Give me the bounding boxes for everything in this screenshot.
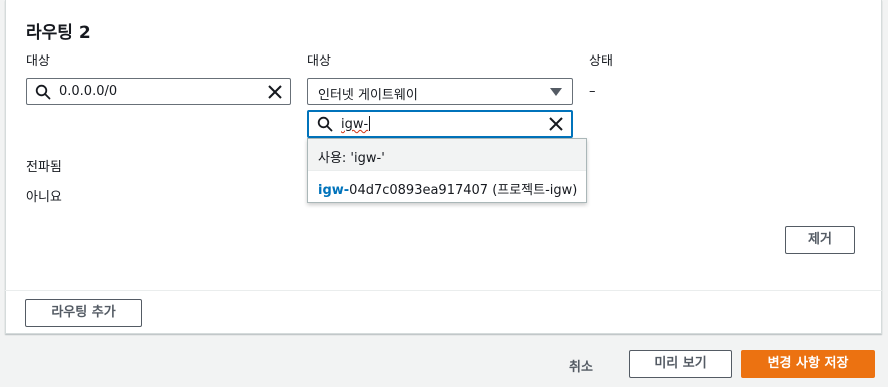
destination-value: 0.0.0.0/0 — [59, 84, 118, 99]
text-cursor — [369, 116, 371, 131]
status-column-label: 상태 — [589, 54, 613, 69]
add-route-button[interactable]: 라우팅 추가 — [25, 299, 142, 327]
target-search-value: igw- — [341, 117, 369, 132]
divider — [5, 290, 882, 291]
igw-option[interactable]: igw-04d7c0893ea917407 (프로젝트-igw) — [308, 171, 586, 203]
target-type-select[interactable]: 인터넷 게이트웨이 — [307, 78, 573, 105]
igw-option-label: igw-04d7c0893ea917407 (프로젝트-igw) — [318, 179, 577, 198]
cancel-button[interactable]: 취소 — [569, 356, 593, 375]
use-typed-option-label: 사용: 'igw-' — [318, 151, 385, 166]
target-search-value-wrap: igw- — [341, 116, 371, 132]
save-changes-button[interactable]: 변경 사항 저장 — [741, 350, 875, 378]
search-icon — [35, 84, 51, 100]
search-icon — [317, 116, 333, 132]
clear-icon[interactable] — [266, 83, 284, 101]
preview-button[interactable]: 미리 보기 — [629, 350, 732, 378]
target-type-selected: 인터넷 게이트웨이 — [318, 88, 418, 103]
target-options-dropdown: 사용: 'igw-' igw-04d7c0893ea917407 (프로젝트-i… — [307, 138, 587, 203]
igw-option-rest: 04d7c0893ea917407 (프로젝트-igw) — [349, 183, 578, 198]
use-typed-option[interactable]: 사용: 'igw-' — [308, 139, 586, 171]
section-title: 라우팅 2 — [26, 23, 91, 43]
propagated-value: 아니요 — [26, 190, 62, 205]
clear-icon[interactable] — [547, 115, 565, 133]
caret-down-icon — [550, 88, 562, 96]
remove-button[interactable]: 제거 — [785, 226, 855, 254]
propagated-label: 전파됨 — [26, 160, 62, 175]
target-column-label: 대상 — [307, 54, 331, 69]
status-value: – — [589, 84, 596, 99]
target-search-input[interactable]: igw- — [307, 110, 573, 138]
destination-column-label: 대상 — [26, 54, 50, 69]
destination-input[interactable]: 0.0.0.0/0 — [26, 78, 291, 105]
igw-option-match: igw- — [318, 183, 350, 198]
